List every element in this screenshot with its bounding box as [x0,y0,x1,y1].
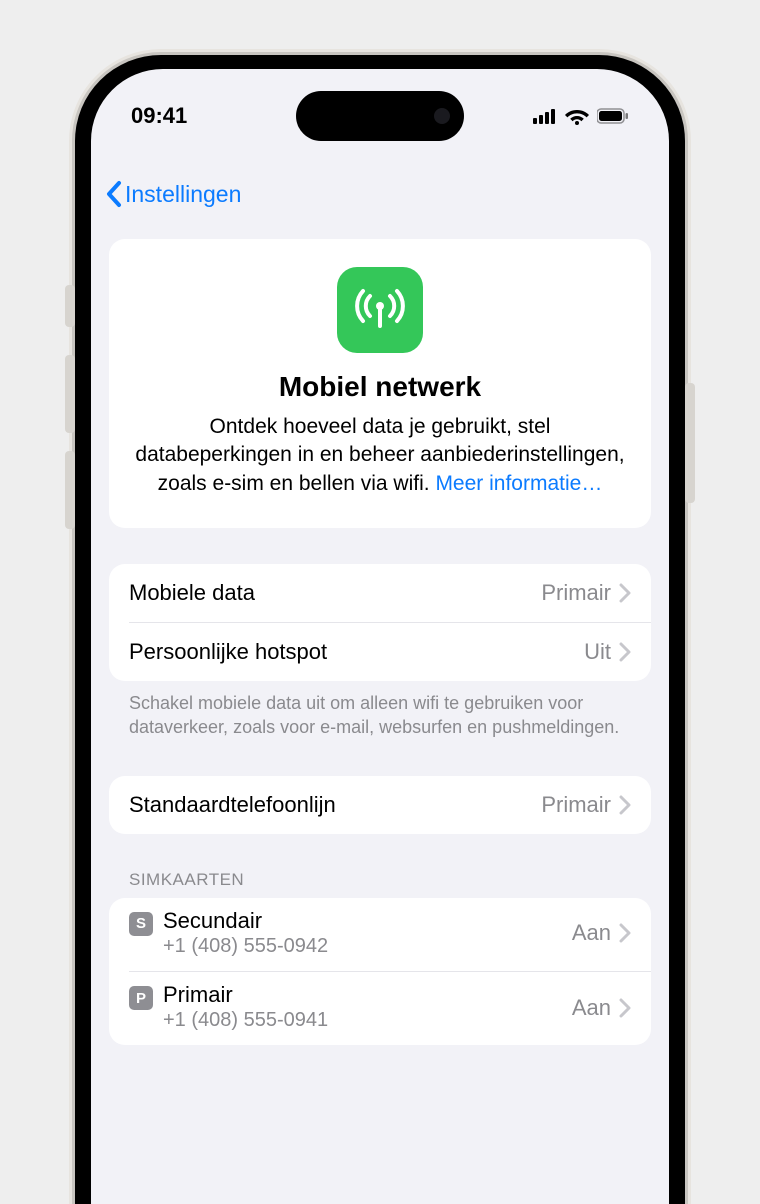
chevron-right-icon [619,795,631,815]
row-value: Primair [541,792,611,818]
status-time: 09:41 [131,103,187,129]
chevron-right-icon [619,998,631,1018]
wifi-icon [565,107,589,125]
default-line-group: Standaardtelefoonlijn Primair [109,776,651,834]
sim-number: +1 (408) 555-0942 [163,934,328,959]
sim-name: Secundair [163,908,328,934]
hero-description: Ontdek hoeveel data je gebruikt, stel da… [133,413,627,498]
sim-number: +1 (408) 555-0941 [163,1008,328,1033]
sim-status: Aan [572,995,611,1021]
side-button [65,355,75,433]
status-bar: 09:41 [91,93,669,139]
sim-row[interactable]: S Secundair +1 (408) 555-0942 Aan [109,898,651,971]
sim-badge-icon: S [129,912,153,936]
row-label: Standaardtelefoonlijn [129,792,336,818]
row-value: Uit [584,639,611,665]
back-button[interactable]: Instellingen [105,180,241,208]
data-settings-group: Mobiele data Primair Persoonlijke hotspo… [109,564,651,681]
sim-status: Aan [572,920,611,946]
chevron-right-icon [619,923,631,943]
personal-hotspot-row[interactable]: Persoonlijke hotspot Uit [129,622,651,681]
sim-row[interactable]: P Primair +1 (408) 555-0941 Aan [129,971,651,1045]
chevron-right-icon [619,583,631,603]
page-title: Mobiel netwerk [133,371,627,403]
status-indicators [533,107,629,125]
phone-frame: 09:41 [75,55,685,1204]
side-button [65,451,75,529]
sim-badge-icon: P [129,986,153,1010]
nav-bar: Instellingen [91,167,669,221]
sims-group: S Secundair +1 (408) 555-0942 Aan [109,898,651,1046]
learn-more-link[interactable]: Meer informatie… [435,472,602,495]
row-value: Primair [541,580,611,606]
screen: 09:41 [91,69,669,1204]
sim-name: Primair [163,982,328,1008]
hero-card: Mobiel netwerk Ontdek hoeveel data je ge… [109,239,651,528]
row-label: Mobiele data [129,580,255,606]
scroll-content[interactable]: Mobiel netwerk Ontdek hoeveel data je ge… [91,221,669,1204]
sims-header: SIMKAARTEN [109,834,651,898]
cellular-icon [533,108,557,124]
row-label: Persoonlijke hotspot [129,639,327,665]
mobile-data-row[interactable]: Mobiele data Primair [109,564,651,622]
back-label: Instellingen [125,181,241,208]
chevron-left-icon [105,180,123,208]
chevron-right-icon [619,642,631,662]
battery-icon [597,108,629,124]
cellular-app-icon [337,267,423,353]
group-footer: Schakel mobiele data uit om alleen wifi … [109,681,651,740]
default-voice-line-row[interactable]: Standaardtelefoonlijn Primair [109,776,651,834]
side-button [65,285,75,327]
side-button [685,383,695,503]
